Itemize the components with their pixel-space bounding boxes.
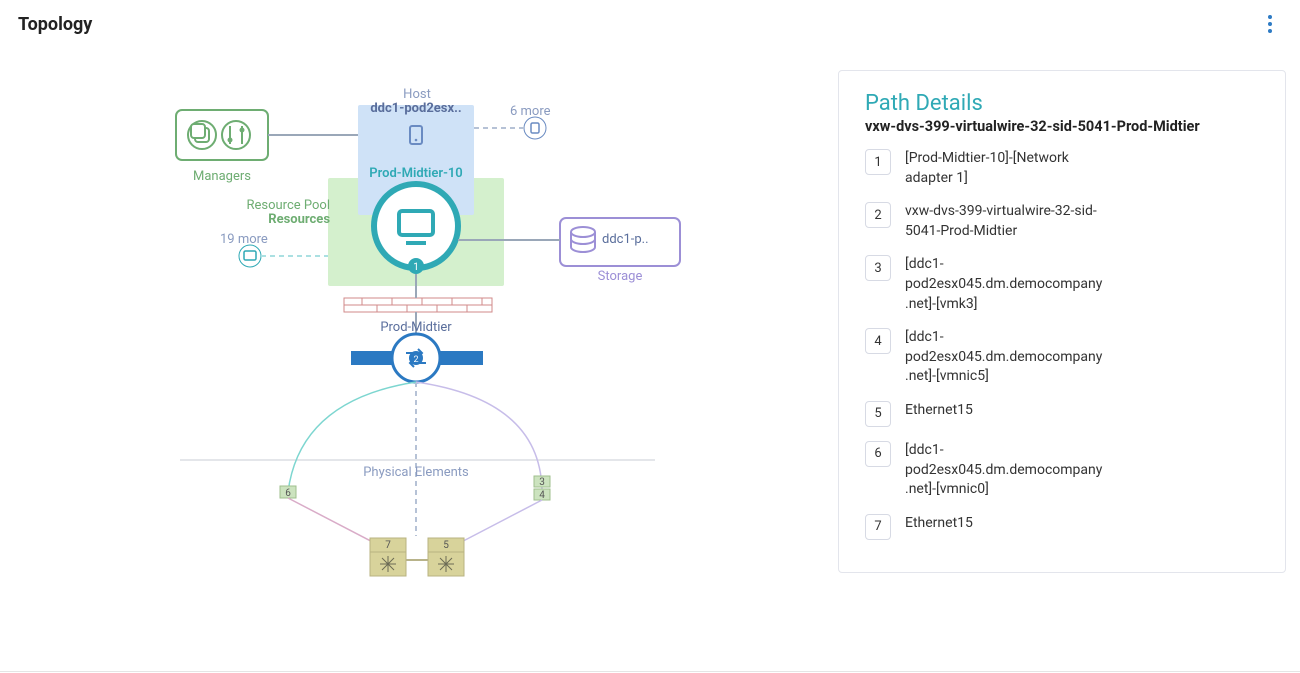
path-item-number: 2: [865, 202, 891, 228]
vm-node[interactable]: [374, 184, 458, 268]
path-item-number: 6: [865, 441, 891, 467]
path-item-text: [ddc1-pod2esx045.dm.democompany.net]-[vm…: [905, 328, 1105, 387]
path-item[interactable]: 3 [ddc1-pod2esx045.dm.democompany.net]-[v…: [865, 255, 1259, 314]
svg-text:5: 5: [443, 540, 449, 551]
path-item-text: [ddc1-pod2esx045.dm.democompany.net]-[vm…: [905, 255, 1105, 314]
storage-label: Storage: [592, 269, 648, 284]
svg-text:4: 4: [539, 490, 545, 501]
path-item-number: 5: [865, 401, 891, 427]
more-vms-count: 19 more: [220, 232, 268, 247]
path-details-panel: Path Details vxw-dvs-399-virtualwire-32-…: [838, 70, 1286, 573]
path-item-text: vxw-dvs-399-virtualwire-32-sid-5041-Prod…: [905, 202, 1105, 241]
database-icon: [571, 227, 595, 237]
firewall-icon: [344, 298, 492, 312]
resource-pool-label: Resource Pool: [210, 198, 330, 213]
path-item-number: 1: [865, 149, 891, 175]
svg-text:1: 1: [413, 262, 419, 273]
topology-diagram: 1: [0, 40, 830, 660]
storage-name: ddc1-p..: [602, 232, 649, 247]
path-item-number: 7: [865, 514, 891, 540]
physical-label: Physical Elements: [336, 465, 496, 480]
path-item-number: 3: [865, 255, 891, 281]
footer-divider: [0, 671, 1300, 672]
vswitch-label[interactable]: Prod-Midtier: [356, 320, 476, 335]
path-item[interactable]: 1 [Prod-Midtier-10]-[Network adapter 1]: [865, 149, 1259, 188]
managers-label: Managers: [172, 169, 272, 184]
page-header: Topology: [0, 0, 1300, 36]
host-label: Host: [388, 87, 446, 102]
svg-text:2: 2: [413, 355, 418, 365]
panel-title: Path Details: [865, 91, 1259, 116]
path-item[interactable]: 2 vxw-dvs-399-virtualwire-32-sid-5041-Pro…: [865, 202, 1259, 241]
phys-switch-right[interactable]: 5: [428, 538, 464, 576]
kebab-menu-icon[interactable]: [1258, 12, 1282, 36]
phys-switch-left[interactable]: 7: [370, 538, 406, 576]
svg-text:6: 6: [285, 488, 291, 499]
path-item[interactable]: 5 Ethernet15: [865, 401, 1259, 427]
svg-text:7: 7: [385, 540, 391, 551]
svg-text:3: 3: [539, 477, 545, 488]
more-vms-node[interactable]: [239, 245, 261, 267]
resource-pool-name[interactable]: Resources: [210, 212, 330, 227]
path-item-text: Ethernet15: [905, 514, 973, 534]
path-list: 1 [Prod-Midtier-10]-[Network adapter 1] 2v…: [865, 149, 1259, 540]
host-name[interactable]: ddc1-pod2esx..: [358, 101, 474, 116]
panel-subtitle: vxw-dvs-399-virtualwire-32-sid-5041-Prod…: [865, 118, 1259, 135]
page-title: Topology: [18, 14, 92, 35]
path-item-number: 4: [865, 328, 891, 354]
more-hosts-node[interactable]: [524, 117, 546, 139]
path-item[interactable]: 4 [ddc1-pod2esx045.dm.democompany.net]-[v…: [865, 328, 1259, 387]
content-area: 1: [0, 40, 1300, 673]
path-item[interactable]: 6 [ddc1-pod2esx045.dm.democompany.net]-[v…: [865, 441, 1259, 500]
more-hosts-count: 6 more: [510, 104, 551, 119]
path-item-text: [Prod-Midtier-10]-[Network adapter 1]: [905, 149, 1105, 188]
path-item-text: [ddc1-pod2esx045.dm.democompany.net]-[vm…: [905, 441, 1105, 500]
vm-name[interactable]: Prod-Midtier-10: [358, 166, 474, 181]
path-item-text: Ethernet15: [905, 401, 973, 421]
path-item[interactable]: 7 Ethernet15: [865, 514, 1259, 540]
